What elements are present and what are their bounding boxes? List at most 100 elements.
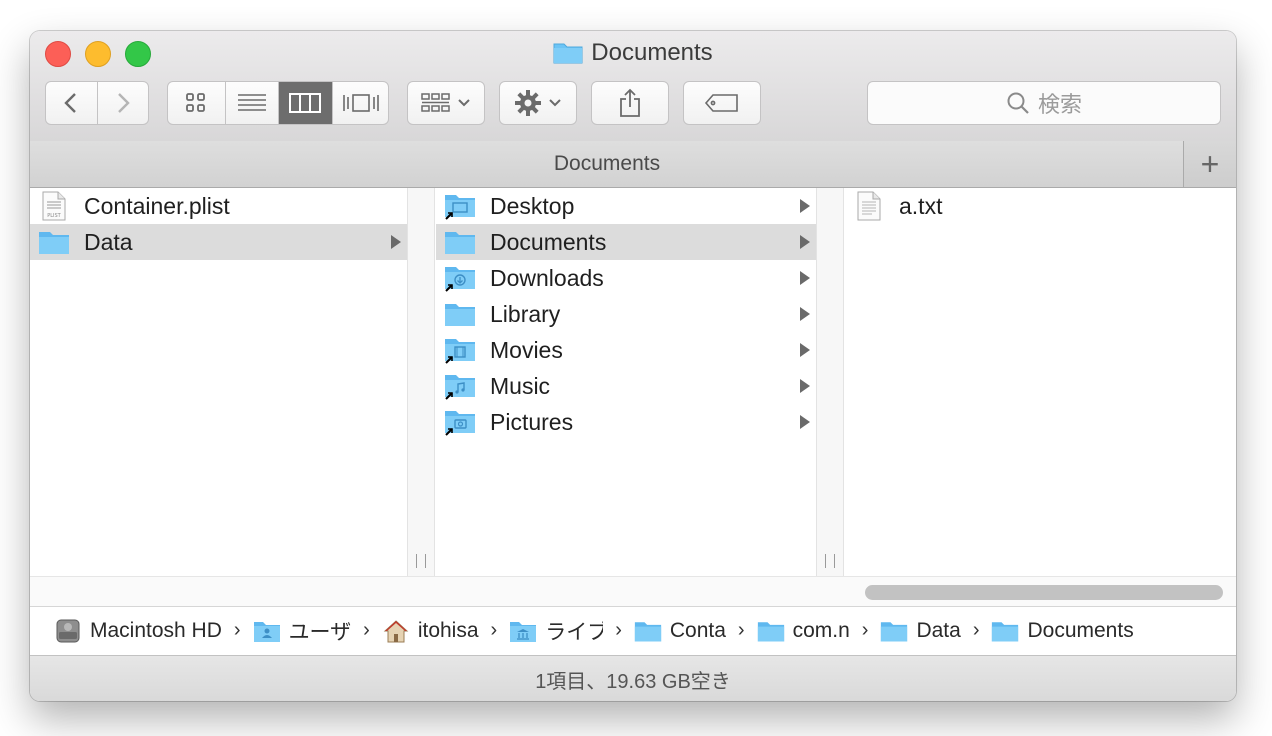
disclosure-arrow-icon [800, 343, 810, 357]
nav-buttons [45, 81, 149, 125]
disclosure-arrow-icon [391, 235, 401, 249]
path-bar-label: Data [916, 618, 961, 642]
path-bar-item[interactable]: Documents [991, 619, 1134, 643]
item-name: Pictures [490, 408, 574, 435]
title-bar: Documents 検索 [30, 31, 1236, 142]
disclosure-arrow-icon [800, 415, 810, 429]
window-title: Documents [30, 39, 1236, 71]
tab-title[interactable]: Documents [30, 152, 1184, 176]
column-resize-handle[interactable] [816, 188, 844, 576]
item-name: Library [490, 300, 561, 327]
folder-icon [991, 619, 1019, 643]
column-view-button[interactable] [278, 82, 334, 124]
list-item[interactable]: Desktop [436, 188, 816, 224]
chevron-right-icon: › [737, 619, 745, 641]
list-item[interactable]: Pictures [436, 404, 816, 440]
cover-flow-icon [342, 94, 379, 112]
folder-icon [38, 228, 70, 256]
list-view-button[interactable] [226, 82, 279, 124]
status-text: 1項目、19.63 GB空き [535, 670, 731, 693]
chevron-right-icon: › [861, 619, 869, 641]
path-bar-item[interactable]: ユーザ [253, 616, 351, 646]
item-name: Music [490, 372, 551, 399]
home-icon [382, 619, 410, 643]
list-item[interactable]: Data [30, 224, 407, 260]
path-bar-label: ライブ [545, 620, 604, 644]
chevron-right-icon: › [233, 619, 241, 641]
chevron-down-icon [549, 99, 561, 107]
path-bar-item[interactable]: ライブ [509, 616, 603, 646]
search-field[interactable]: 検索 [867, 81, 1221, 125]
share-button[interactable] [591, 81, 669, 125]
back-button[interactable] [46, 82, 98, 124]
path-bar-item[interactable]: itohisa [382, 619, 479, 643]
list-item[interactable]: Downloads [436, 260, 816, 296]
path-bar-label: itohisa [417, 618, 479, 642]
path-bar-item[interactable]: Data [880, 618, 961, 643]
list-item[interactable]: a.txt [845, 188, 1226, 224]
tab-bar: Documents + [30, 141, 1236, 188]
folder-icon [757, 619, 785, 643]
folder-icon [444, 228, 476, 256]
path-bar-label: Conta [669, 618, 726, 642]
cover-flow-view-button[interactable] [333, 82, 388, 124]
window-title-text: Documents [591, 39, 713, 66]
path-bar: Macintosh HD › ユーザ › itohisa › ライブ › Conta › com.n… [30, 606, 1236, 654]
column-browser: PLIST Container.plist Data Desktop Document… [30, 188, 1236, 576]
arrange-grid-icon [421, 93, 450, 112]
item-name: Movies [490, 336, 563, 363]
chevron-right-icon: › [363, 619, 370, 641]
item-name: Container.plist [84, 192, 230, 219]
text-file-icon [853, 191, 885, 221]
library-folder-icon [509, 619, 537, 643]
movies-folder-icon [444, 336, 476, 364]
search-icon [1007, 92, 1029, 114]
search-placeholder: 検索 [1037, 92, 1082, 117]
forward-button[interactable] [98, 82, 149, 124]
column-resize-handle[interactable] [407, 188, 435, 576]
scrollbar-thumb[interactable] [865, 585, 1223, 600]
svg-text:PLIST: PLIST [47, 213, 61, 219]
grip-icon [416, 554, 426, 568]
list-item[interactable]: PLIST Container.plist [30, 188, 407, 224]
path-bar-item[interactable]: Macintosh HD [54, 619, 222, 643]
column-1: PLIST Container.plist Data [30, 188, 407, 576]
folder-icon [553, 40, 583, 71]
path-bar-label: com.n [792, 618, 850, 642]
item-name: Downloads [490, 264, 604, 291]
finder-window: Documents 検索 Documents + PLIST Container… [30, 31, 1236, 701]
hard-drive-icon [54, 619, 82, 643]
new-tab-button[interactable]: + [1183, 141, 1236, 187]
folder-icon [444, 300, 476, 328]
action-button[interactable] [499, 81, 577, 125]
arrange-button[interactable] [407, 81, 485, 125]
gear-icon [515, 90, 541, 116]
disclosure-arrow-icon [800, 307, 810, 321]
grid-icon [186, 93, 206, 112]
tag-icon [704, 94, 738, 112]
list-item[interactable]: Library [436, 296, 816, 332]
disclosure-arrow-icon [800, 379, 810, 393]
item-name: Documents [490, 228, 607, 255]
list-item[interactable]: Documents [436, 224, 816, 260]
horizontal-scrollbar[interactable] [30, 576, 1236, 607]
disclosure-arrow-icon [800, 271, 810, 285]
users-folder-icon [253, 619, 281, 643]
item-name: Desktop [490, 192, 575, 219]
list-item[interactable]: Music [436, 368, 816, 404]
plist-file-icon: PLIST [38, 191, 70, 221]
plus-icon: + [1200, 145, 1220, 182]
chevron-right-icon [117, 93, 130, 113]
path-bar-item[interactable]: Conta [634, 619, 726, 643]
disclosure-arrow-icon [800, 235, 810, 249]
list-item[interactable]: Movies [436, 332, 816, 368]
music-folder-icon [444, 372, 476, 400]
status-bar: 1項目、19.63 GB空き [30, 655, 1236, 701]
chevron-right-icon: › [615, 619, 622, 641]
path-bar-item[interactable]: com.n [757, 619, 850, 643]
icon-view-button[interactable] [168, 82, 226, 124]
item-name: Data [84, 228, 133, 255]
path-bar-label: Macintosh HD [90, 618, 222, 642]
tag-button[interactable] [683, 81, 761, 125]
downloads-folder-icon [444, 264, 476, 292]
